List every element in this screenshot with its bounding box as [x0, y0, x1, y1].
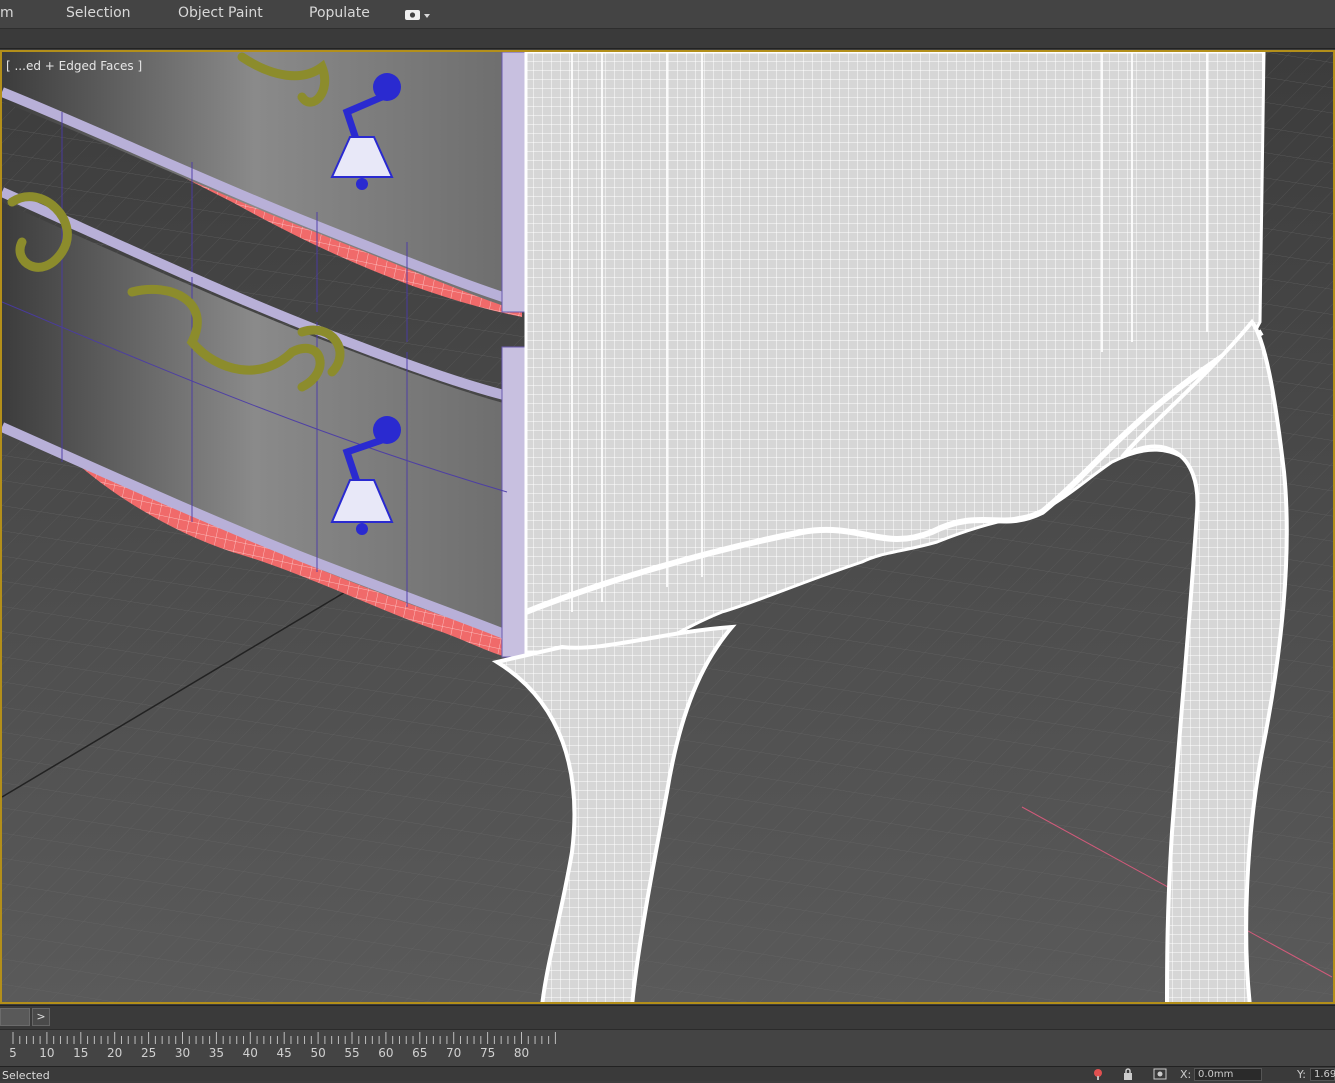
- timeline-tick-label: 30: [174, 1046, 191, 1060]
- timeline-tick-label: 20: [107, 1046, 123, 1060]
- timeline-tick-label: 5: [9, 1046, 17, 1060]
- menu-item-populate[interactable]: Populate: [309, 5, 370, 21]
- status-selection-text: Selected: [2, 1069, 50, 1082]
- timeline-tick-label: 55: [344, 1046, 360, 1060]
- viewport-label[interactable]: [ ...ed + Edged Faces ]: [6, 59, 142, 73]
- y-coordinate-field[interactable]: 1.697: [1310, 1068, 1335, 1081]
- main-menu-bar: m Selection Object Paint Populate: [0, 0, 1335, 29]
- status-bar: Selected X: 0.0mm Y: 1.697: [0, 1066, 1335, 1082]
- camera-dropdown-icon[interactable]: [404, 7, 430, 21]
- timeline-tick-label: 45: [276, 1046, 292, 1060]
- isolate-icon[interactable]: [1092, 1068, 1104, 1080]
- time-slider[interactable]: >: [0, 1005, 1335, 1030]
- menu-item-selection[interactable]: Selection: [66, 5, 131, 21]
- viewport-scene: [2, 52, 1333, 1002]
- menu-item-partial[interactable]: m: [0, 5, 14, 21]
- next-frame-button[interactable]: >: [32, 1008, 50, 1026]
- menu-item-object-paint[interactable]: Object Paint: [178, 5, 263, 21]
- y-coordinate-label: Y:: [1297, 1068, 1306, 1081]
- timeline-tick-label: 40: [242, 1046, 258, 1060]
- perspective-viewport[interactable]: [ ...ed + Edged Faces ]: [0, 50, 1335, 1004]
- timeline-tick-label: 50: [310, 1046, 326, 1060]
- timeline-tick-label: 15: [73, 1046, 89, 1060]
- ribbon-strip: [0, 29, 1335, 49]
- lock-icon[interactable]: [1122, 1068, 1134, 1080]
- timeline-tick-label: 25: [140, 1046, 157, 1060]
- timeline-tick-label: 75: [479, 1046, 496, 1060]
- transform-mode-icon[interactable]: [1153, 1068, 1167, 1080]
- timeline-tick-label: 70: [446, 1046, 462, 1060]
- timeline-tick-label: 35: [208, 1046, 225, 1060]
- timeline-tick-label: 80: [513, 1046, 530, 1060]
- x-coordinate-label: X:: [1180, 1068, 1192, 1081]
- timeline-tick-label: 10: [39, 1046, 55, 1060]
- timeline-ruler: [12, 1032, 556, 1044]
- time-slider-thumb[interactable]: [0, 1008, 30, 1026]
- timeline-tick-label: 60: [378, 1046, 394, 1060]
- track-bar[interactable]: 5 10 15 20 25 30 35 40 45 50 55 60 65 70 75 80: [0, 1029, 1335, 1066]
- x-coordinate-field[interactable]: 0.0mm: [1194, 1068, 1262, 1081]
- timeline-tick-label: 65: [412, 1046, 428, 1060]
